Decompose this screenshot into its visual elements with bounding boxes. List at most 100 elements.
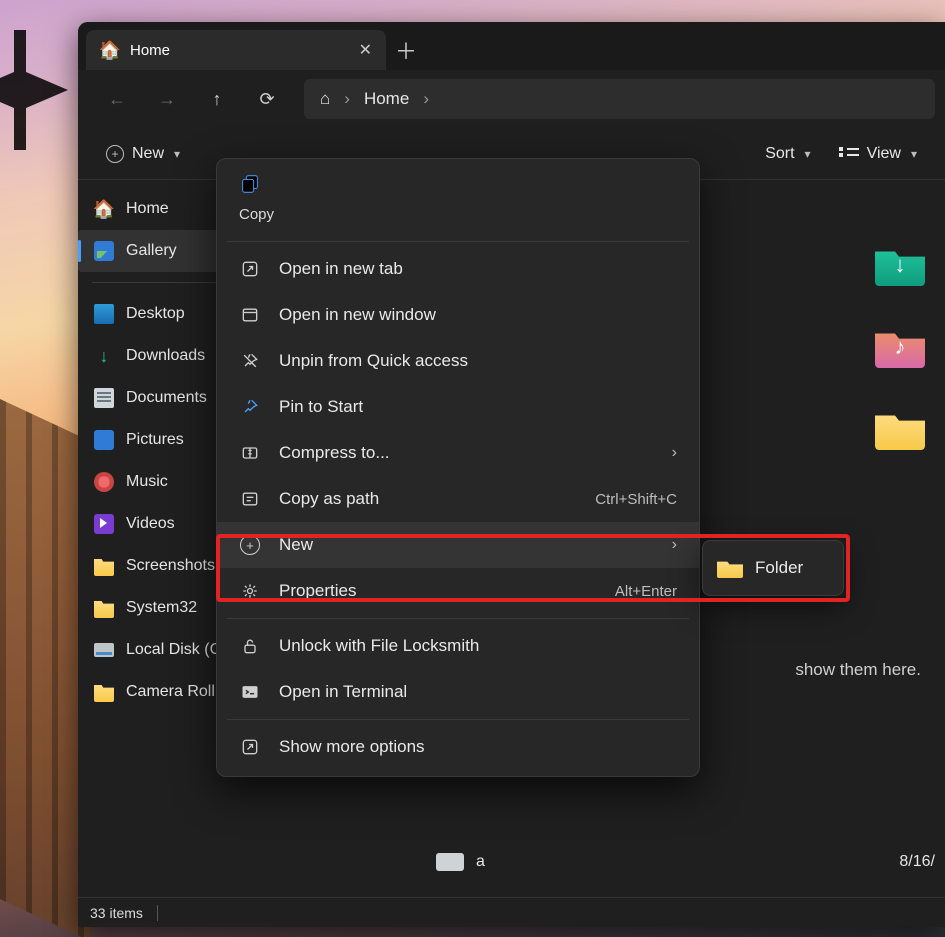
- view-button[interactable]: View ▾: [829, 136, 927, 172]
- ctx-compress[interactable]: Compress to... ›: [217, 430, 699, 476]
- ctx-shortcut: Ctrl+Shift+C: [595, 491, 677, 508]
- sidebar-label: Music: [126, 473, 168, 491]
- chevron-right-icon: ›: [672, 444, 677, 462]
- ctx-copy-as-path[interactable]: Copy as path Ctrl+Shift+C: [217, 476, 699, 522]
- context-divider: [227, 719, 689, 720]
- ctx-new[interactable]: + New ›: [217, 522, 699, 568]
- chevron-down-icon: ▾: [174, 147, 180, 161]
- gallery-icon: [94, 241, 114, 261]
- unpin-icon: [239, 350, 261, 372]
- quick-folder-downloads[interactable]: [875, 244, 925, 286]
- chevron-right-icon: ›: [423, 89, 429, 109]
- sidebar-label: Camera Roll: [126, 683, 215, 701]
- detail-date: 8/16/: [899, 853, 935, 871]
- ctx-unlock-locksmith[interactable]: Unlock with File Locksmith: [217, 623, 699, 669]
- open-new-window-icon: [239, 304, 261, 326]
- back-button[interactable]: ←: [96, 78, 138, 120]
- ctx-pin-start[interactable]: Pin to Start: [217, 384, 699, 430]
- download-icon: ↓: [94, 346, 114, 366]
- context-menu: Copy Open in new tab Open in new window …: [216, 158, 700, 777]
- forward-button[interactable]: →: [146, 78, 188, 120]
- new-button[interactable]: + New ▾: [96, 136, 190, 172]
- chevron-right-icon: ›: [344, 89, 350, 109]
- context-submenu-new: Folder: [702, 540, 844, 596]
- sidebar-label: System32: [126, 599, 197, 617]
- context-menu-header: Copy: [217, 165, 699, 237]
- context-divider: [227, 241, 689, 242]
- sidebar-label: Downloads: [126, 347, 205, 365]
- view-icon: [839, 147, 859, 161]
- tab-bar: 🏠 Home ✕ ＋: [78, 22, 945, 70]
- folder-icon: [94, 556, 114, 576]
- tab-title: Home: [130, 42, 170, 59]
- status-separator: [157, 905, 158, 921]
- ctx-label: Copy as path: [279, 489, 379, 509]
- sidebar-label: Gallery: [126, 242, 177, 260]
- submenu-folder-label[interactable]: Folder: [755, 558, 803, 578]
- sort-button[interactable]: Sort ▾: [755, 136, 820, 172]
- lock-icon: [239, 635, 261, 657]
- view-label: View: [867, 145, 901, 163]
- up-button[interactable]: ↑: [196, 78, 238, 120]
- detail-row[interactable]: a: [436, 853, 485, 871]
- context-divider: [227, 618, 689, 619]
- ctx-open-new-tab[interactable]: Open in new tab: [217, 246, 699, 292]
- new-icon: +: [239, 534, 261, 556]
- pin-icon: [239, 396, 261, 418]
- sidebar-label: Pictures: [126, 431, 184, 449]
- plus-circle-icon: +: [106, 145, 124, 163]
- sidebar-label: Screenshots: [126, 557, 215, 575]
- more-options-icon: [239, 736, 261, 758]
- ctx-label: Properties: [279, 581, 356, 601]
- copy-path-icon: [239, 488, 261, 510]
- quick-access-icons: [875, 244, 925, 450]
- detail-name: a: [476, 853, 485, 871]
- ctx-label: Compress to...: [279, 443, 390, 463]
- tab-home[interactable]: 🏠 Home ✕: [86, 30, 386, 70]
- disk-icon: [94, 643, 114, 657]
- new-tab-button[interactable]: ＋: [386, 30, 426, 70]
- folder-icon: [94, 682, 114, 702]
- close-tab-icon[interactable]: ✕: [359, 40, 372, 60]
- folder-icon: [94, 598, 114, 618]
- copy-icon[interactable]: [239, 173, 261, 195]
- pictures-icon: [94, 430, 114, 450]
- sidebar-label: Videos: [126, 515, 175, 533]
- ctx-label: Unpin from Quick access: [279, 351, 468, 371]
- quick-folder-music[interactable]: [875, 326, 925, 368]
- sort-label: Sort: [765, 145, 794, 163]
- sidebar-label: Documents: [126, 389, 207, 407]
- ctx-label: Pin to Start: [279, 397, 363, 417]
- ctx-show-more[interactable]: Show more options: [217, 724, 699, 770]
- ctx-label: Open in Terminal: [279, 682, 407, 702]
- copy-label: Copy: [239, 206, 677, 223]
- ctx-label: Show more options: [279, 737, 425, 757]
- ctx-open-new-window[interactable]: Open in new window: [217, 292, 699, 338]
- empty-hint-text: show them here.: [795, 660, 921, 680]
- ctx-label: Unlock with File Locksmith: [279, 636, 479, 656]
- music-icon: [94, 472, 114, 492]
- properties-icon: [239, 580, 261, 602]
- ctx-shortcut: Alt+Enter: [615, 583, 677, 600]
- status-bar: 33 items: [78, 897, 945, 927]
- quick-folder-plain[interactable]: [875, 408, 925, 450]
- video-icon: [94, 514, 114, 534]
- drive-icon: [436, 853, 464, 871]
- compress-icon: [239, 442, 261, 464]
- ctx-unpin-quick-access[interactable]: Unpin from Quick access: [217, 338, 699, 384]
- ctx-open-terminal[interactable]: Open in Terminal: [217, 669, 699, 715]
- home-icon: 🏠: [94, 199, 114, 219]
- folder-icon: [717, 558, 743, 578]
- ctx-properties[interactable]: Properties Alt+Enter: [217, 568, 699, 614]
- refresh-button[interactable]: ⟳: [246, 78, 288, 120]
- ctx-label: Open in new window: [279, 305, 436, 325]
- desktop-icon: [94, 304, 114, 324]
- open-new-tab-icon: [239, 258, 261, 280]
- sidebar-label: Desktop: [126, 305, 185, 323]
- status-count: 33 items: [90, 905, 143, 921]
- home-icon: 🏠: [100, 40, 120, 60]
- new-label: New: [132, 145, 164, 163]
- ctx-label: New: [279, 535, 313, 555]
- address-bar[interactable]: ⌂ › Home ›: [304, 79, 935, 119]
- chevron-down-icon: ▾: [911, 147, 917, 161]
